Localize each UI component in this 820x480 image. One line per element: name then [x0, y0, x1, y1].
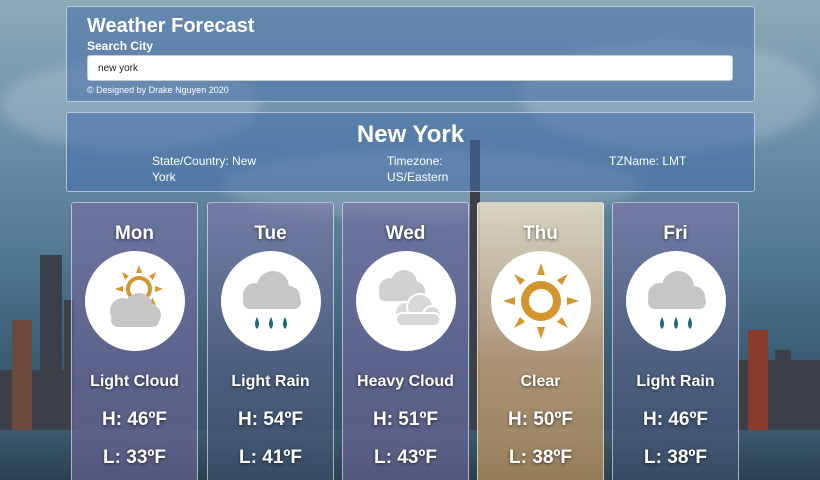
light-rain-icon — [221, 251, 321, 351]
day-name: Mon — [114, 223, 155, 244]
credit-text: © Designed by Drake Nguyen 2020 — [87, 85, 229, 95]
high-temp: H: 50ºF — [507, 409, 573, 430]
header-panel: Weather Forecast Search City © Designed … — [66, 6, 755, 102]
light-cloud-icon — [85, 251, 185, 351]
app-title: Weather Forecast — [87, 15, 255, 37]
day-name: Tue — [254, 223, 287, 244]
day-name: Thu — [523, 223, 558, 244]
forecast-card-thu: Thu Clear H: 50ºF L: 38ºF — [477, 202, 604, 480]
high-temp: H: 46ºF — [642, 409, 708, 430]
tz-name: TZName: LMT — [609, 154, 687, 168]
day-name: Fri — [663, 223, 688, 244]
condition-text: Light Rain — [636, 373, 715, 390]
condition-text: Heavy Cloud — [357, 373, 454, 390]
search-label: Search City — [87, 39, 154, 53]
light-rain-icon — [626, 251, 726, 351]
search-city-input[interactable] — [87, 55, 733, 81]
heavy-cloud-icon — [356, 251, 456, 351]
forecast-card-tue: Tue Light Rain H: 54ºF L: 41ºF — [207, 202, 334, 480]
low-temp: L: 38ºF — [509, 447, 572, 468]
condition-text: Light Rain — [231, 373, 310, 390]
timezone: Timezone: US/Eastern — [387, 154, 449, 184]
city-info-panel: New York State/Country: New York Timezon… — [66, 112, 755, 192]
city-name: New York — [356, 121, 465, 148]
low-temp: L: 33ºF — [103, 447, 166, 468]
forecast-card-wed: Wed Heavy Cloud H: 51ºF L: 43ºF — [342, 202, 469, 480]
state-country: State/Country: New York — [152, 154, 257, 184]
sun-icon — [491, 251, 591, 351]
condition-text: Light Cloud — [90, 373, 179, 390]
high-temp: H: 46ºF — [101, 409, 167, 430]
day-name: Wed — [385, 223, 426, 244]
low-temp: L: 43ºF — [374, 447, 437, 468]
condition-text: Clear — [520, 373, 561, 390]
high-temp: H: 54ºF — [237, 409, 303, 430]
forecast-card-mon: Mon Light Cloud H: 46ºF L: 33ºF — [71, 202, 198, 480]
low-temp: L: 38ºF — [644, 447, 707, 468]
forecast-card-fri: Fri Light Rain H: 46ºF L: 38ºF — [612, 202, 739, 480]
high-temp: H: 51ºF — [372, 409, 438, 430]
low-temp: L: 41ºF — [239, 447, 302, 468]
